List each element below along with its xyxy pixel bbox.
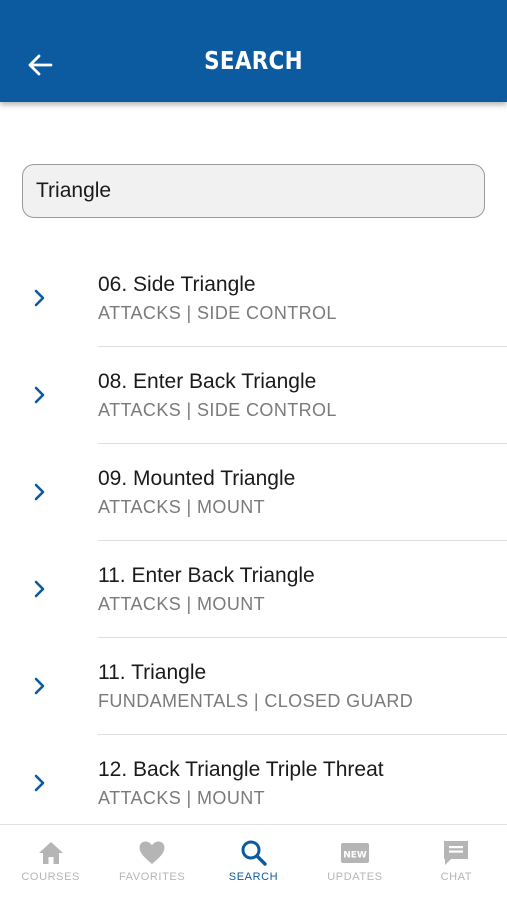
svg-text:NEW: NEW bbox=[343, 851, 367, 861]
result-item[interactable]: 09. Mounted Triangle ATTACKS | MOUNT bbox=[0, 444, 507, 541]
result-subtitle: FUNDAMENTALS | CLOSED GUARD bbox=[98, 691, 414, 711]
result-item[interactable]: 12. Back Triangle Triple Threat ATTACKS … bbox=[0, 735, 507, 832]
search-input[interactable] bbox=[23, 165, 484, 217]
result-title: 08. Enter Back Triangle bbox=[98, 370, 317, 393]
tab-courses[interactable]: COURSES bbox=[0, 825, 101, 900]
tab-label: UPDATES bbox=[327, 871, 383, 883]
result-item[interactable]: 08. Enter Back Triangle ATTACKS | SIDE C… bbox=[0, 347, 507, 444]
tab-favorites[interactable]: FAVORITES bbox=[101, 825, 202, 900]
new-badge-icon: NEW bbox=[340, 843, 369, 863]
tab-chat[interactable]: CHAT bbox=[406, 825, 507, 900]
chevron-right-icon bbox=[34, 386, 45, 404]
result-item[interactable]: 11. Triangle FUNDAMENTALS | CLOSED GUARD bbox=[0, 638, 507, 735]
result-item[interactable]: 11. Enter Back Triangle ATTACKS | MOUNT bbox=[0, 541, 507, 638]
heart-icon bbox=[139, 841, 165, 864]
tab-search[interactable]: SEARCH bbox=[203, 825, 304, 900]
search-icon bbox=[241, 840, 267, 866]
page-title: SEARCH bbox=[204, 46, 303, 75]
result-title: 06. Side Triangle bbox=[98, 273, 256, 296]
chevron-right-icon bbox=[34, 289, 45, 307]
result-subtitle: ATTACKS | SIDE CONTROL bbox=[98, 303, 337, 323]
result-title: 12. Back Triangle Triple Threat bbox=[98, 758, 384, 781]
chat-icon bbox=[444, 841, 469, 865]
result-subtitle: ATTACKS | SIDE CONTROL bbox=[98, 400, 337, 420]
results-list: 06. Side Triangle ATTACKS | SIDE CONTROL… bbox=[0, 250, 507, 832]
chevron-right-icon bbox=[34, 774, 45, 792]
result-subtitle: ATTACKS | MOUNT bbox=[98, 497, 266, 517]
app-header: SEARCH bbox=[0, 0, 507, 102]
tab-label: SEARCH bbox=[228, 871, 279, 883]
tab-label: FAVORITES bbox=[118, 871, 186, 883]
chevron-right-icon bbox=[34, 483, 45, 501]
tab-updates[interactable]: NEW UPDATES bbox=[304, 825, 405, 900]
result-title: 11. Triangle bbox=[98, 661, 207, 684]
tab-label: COURSES bbox=[21, 871, 80, 883]
search-field[interactable] bbox=[22, 164, 485, 218]
result-subtitle: ATTACKS | MOUNT bbox=[98, 594, 266, 614]
result-title: 09. Mounted Triangle bbox=[98, 467, 296, 490]
tab-label: CHAT bbox=[440, 871, 473, 883]
result-subtitle: ATTACKS | MOUNT bbox=[98, 788, 266, 808]
chevron-right-icon bbox=[34, 677, 45, 695]
result-item[interactable]: 06. Side Triangle ATTACKS | SIDE CONTROL bbox=[0, 250, 507, 347]
home-icon bbox=[38, 842, 63, 864]
bottom-tab-bar: COURSES FAVORITES SEARCH NEW UPDATES CHA… bbox=[0, 824, 507, 900]
result-title: 11. Enter Back Triangle bbox=[98, 564, 315, 587]
chevron-right-icon bbox=[34, 580, 45, 598]
